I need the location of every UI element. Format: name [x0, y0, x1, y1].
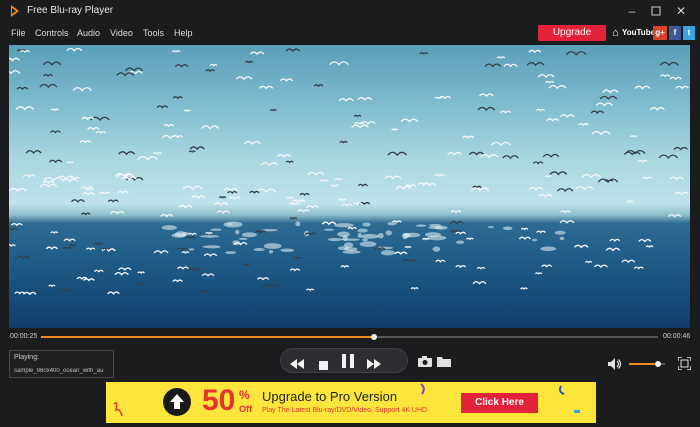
- seek-handle[interactable]: [371, 334, 378, 340]
- stop-icon: [319, 361, 328, 370]
- close-button[interactable]: ✕: [673, 3, 689, 19]
- fullscreen-button[interactable]: [677, 356, 692, 375]
- seek-bar[interactable]: [41, 334, 658, 340]
- title-bar: Free Blu-ray Player – ✕: [0, 0, 700, 22]
- seek-progress: [41, 336, 375, 338]
- menu-help[interactable]: Help: [174, 28, 193, 38]
- google-plus-icon[interactable]: g+: [653, 26, 667, 40]
- snapshot-button[interactable]: [418, 354, 432, 372]
- folder-icon: [437, 357, 451, 367]
- app-logo-icon: [11, 5, 19, 17]
- forward-button[interactable]: [367, 356, 381, 374]
- volume-button[interactable]: [608, 357, 622, 375]
- now-playing-box: Playing: sample_960x400_ocean_with_au: [9, 350, 114, 378]
- ad-title: Upgrade to Pro Version: [262, 389, 398, 404]
- facebook-icon[interactable]: f: [669, 26, 681, 40]
- open-folder-button[interactable]: [437, 354, 451, 372]
- volume-handle[interactable]: [654, 361, 661, 367]
- twitter-icon[interactable]: t: [683, 26, 695, 40]
- maximize-button[interactable]: [648, 3, 664, 19]
- fast-forward-icon: [367, 359, 381, 369]
- playing-file-name: sample_960x400_ocean_with_au: [14, 368, 104, 374]
- pause-button[interactable]: [342, 354, 354, 373]
- menu-tools[interactable]: Tools: [143, 28, 164, 38]
- upgrade-button[interactable]: Upgrade: [538, 25, 606, 41]
- window-title: Free Blu-ray Player: [27, 5, 114, 16]
- pause-icon: [342, 354, 354, 368]
- upgrade-ad-banner[interactable]: 50 % Off Upgrade to Pro Version Play The…: [106, 382, 596, 423]
- volume-level: [629, 363, 658, 365]
- menu-controls[interactable]: Controls: [35, 28, 69, 38]
- video-display[interactable]: [9, 45, 690, 328]
- camera-icon: [418, 356, 432, 367]
- ad-subtitle: Play The Latest Blu-ray/DVD/Video, Suppo…: [262, 407, 428, 414]
- total-time: 00:00:46: [663, 333, 691, 340]
- transport-controls: [280, 348, 408, 373]
- stop-button[interactable]: [319, 357, 328, 375]
- ad-off-label: Off: [239, 404, 252, 414]
- rewind-button[interactable]: [290, 356, 304, 374]
- home-icon[interactable]: ⌂: [610, 26, 621, 40]
- speaker-icon: [608, 358, 622, 370]
- minimize-button[interactable]: –: [624, 3, 640, 19]
- ad-click-here-button[interactable]: Click Here: [461, 393, 538, 413]
- menu-audio[interactable]: Audio: [77, 28, 100, 38]
- youtube-icon[interactable]: YouTube: [622, 26, 655, 40]
- fullscreen-icon: [677, 356, 692, 371]
- menu-video[interactable]: Video: [110, 28, 133, 38]
- current-time: 00:00:25: [10, 333, 38, 340]
- ad-discount-percent: 50: [202, 384, 236, 417]
- video-frame: [9, 47, 690, 296]
- playing-label: Playing:: [14, 354, 39, 361]
- volume-slider[interactable]: [629, 361, 665, 367]
- menu-file[interactable]: File: [11, 28, 26, 38]
- ad-percent-sign: %: [239, 388, 250, 402]
- upgrade-arrow-icon: [163, 388, 191, 416]
- rewind-icon: [290, 359, 304, 369]
